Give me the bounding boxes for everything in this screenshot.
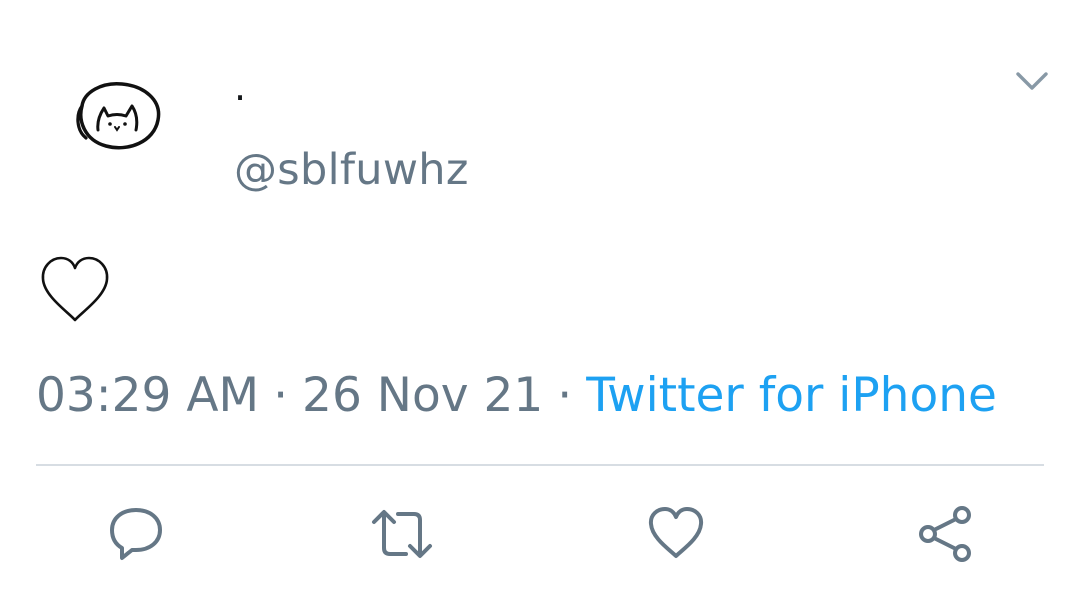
retweet-button[interactable] (370, 502, 434, 566)
tweet-menu-button[interactable] (1010, 62, 1054, 100)
divider (36, 464, 1044, 466)
heart-outline-emoji-icon (41, 256, 109, 322)
avatar[interactable] (70, 78, 164, 152)
speech-bubble-icon (110, 508, 162, 560)
share-nodes-icon (919, 506, 971, 562)
chevron-down-icon (1016, 72, 1048, 90)
tweet-time: 03:29 AM (36, 368, 260, 423)
tweet-meta: 03:29 AM · 26 Nov 21 · Twitter for iPhone (36, 366, 997, 426)
reply-button[interactable] (104, 502, 168, 566)
meta-separator: · (557, 368, 573, 423)
display-name[interactable]: · (234, 70, 246, 126)
heart-icon (648, 507, 704, 558)
tweet-source-link[interactable]: Twitter for iPhone (586, 368, 997, 423)
retweet-arrows-icon (372, 510, 432, 558)
like-button[interactable] (644, 502, 708, 566)
user-handle[interactable]: @sblfuwhz (234, 142, 469, 198)
tweet-text (38, 252, 112, 326)
meta-separator: · (273, 368, 289, 423)
tweet-detail: · @sblfuwhz 03:29 AM · 26 Nov 21 · Twitter f… (0, 0, 1080, 611)
share-button[interactable] (914, 502, 978, 566)
tweet-date: 26 Nov 21 (302, 368, 544, 423)
cat-doodle-avatar-icon (76, 82, 161, 150)
